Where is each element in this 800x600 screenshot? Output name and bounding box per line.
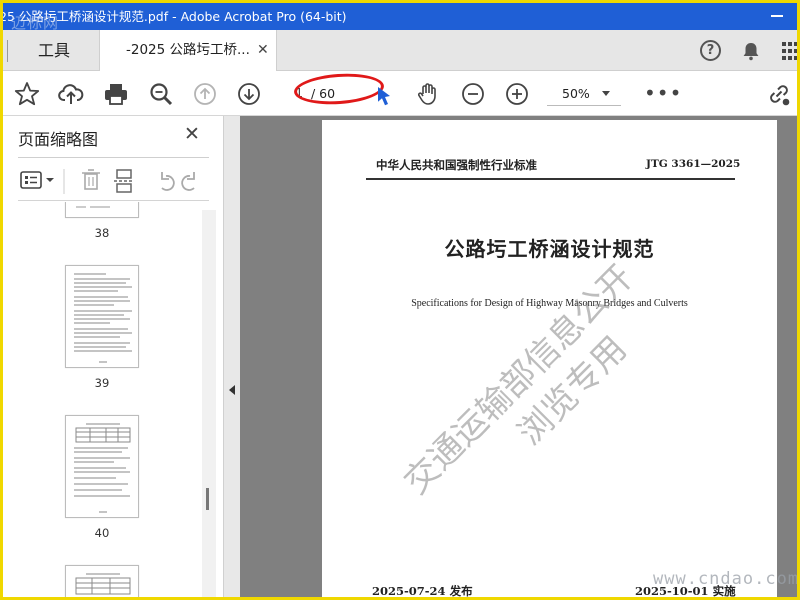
close-panel-icon[interactable]: ✕ <box>184 124 200 144</box>
share-link-icon[interactable] <box>766 81 792 107</box>
select-cursor-icon[interactable] <box>371 83 397 109</box>
panel-splitter[interactable] <box>224 116 240 597</box>
standard-title-chinese: 公路圬工桥涵设计规范 <box>444 237 655 261</box>
thumbnail-scrollbar[interactable] <box>202 210 216 597</box>
thumbnail-label: 40 <box>94 526 110 540</box>
print-icon[interactable] <box>103 81 129 107</box>
hand-tool-icon[interactable] <box>415 81 441 107</box>
zoom-search-icon[interactable] <box>148 81 174 107</box>
close-tab-icon[interactable]: ✕ <box>257 43 269 57</box>
thumbnail-page[interactable] <box>65 202 139 218</box>
tab-home[interactable] <box>3 40 8 62</box>
thumbnail-label: 39 <box>94 376 110 390</box>
standard-organization: 中华人民共和国强制性行业标准 <box>376 158 537 172</box>
title-bar: 25 公路圬工桥涵设计规范.pdf - Adobe Acrobat Pro (6… <box>3 3 797 30</box>
chevron-down-icon[interactable] <box>602 91 610 96</box>
next-page-icon[interactable] <box>236 81 262 107</box>
document-page: 中华人民共和国强制性行业标准 JTG 3361—2025 公路圬工桥涵设计规范 … <box>322 120 777 597</box>
previous-page-icon[interactable] <box>192 81 218 107</box>
site-watermark-topleft: 迈标网 <box>11 14 60 30</box>
header-rule <box>366 178 735 180</box>
undo-icon[interactable] <box>161 172 175 191</box>
panel-title: 页面缩略图 <box>18 130 99 149</box>
zoom-out-icon[interactable] <box>460 81 486 107</box>
help-icon[interactable]: ? <box>700 40 721 61</box>
thumbnail-page[interactable] <box>65 415 139 518</box>
standard-title-english: Specifications for Design of Highway Mas… <box>411 298 688 309</box>
tab-tools[interactable]: 工具 <box>11 30 97 71</box>
redo-icon[interactable] <box>181 172 195 191</box>
bell-icon[interactable] <box>740 40 762 62</box>
thumbnail-page[interactable] <box>65 565 139 597</box>
divider <box>18 157 209 158</box>
minimize-button[interactable] <box>771 15 783 17</box>
zoom-in-icon[interactable] <box>504 81 530 107</box>
cloud-upload-icon[interactable] <box>58 81 84 107</box>
thumbnail-page[interactable] <box>65 265 139 368</box>
collapse-panel-icon[interactable] <box>229 385 235 395</box>
tab-document-label: -2025 公路圬工桥... <box>126 42 250 58</box>
thumbnail-toolbar <box>20 169 195 194</box>
thumbnail-panel: 页面缩略图 ✕ 38 39 40 <box>3 116 224 597</box>
thumbnail-list: 38 39 40 <box>3 202 213 597</box>
site-watermark: www.cndao.com <box>653 569 797 589</box>
thumbnail-options-icon[interactable] <box>20 171 54 189</box>
issue-date: 2025-07-24 发布 <box>372 584 473 597</box>
thumbnail-scrollbar-thumb[interactable] <box>206 488 209 510</box>
document-view[interactable]: 中华人民共和国强制性行业标准 JTG 3361—2025 公路圬工桥涵设计规范 … <box>240 116 797 597</box>
more-tools-icon[interactable]: ••• <box>644 83 682 103</box>
thumbnail-label: 38 <box>94 226 110 240</box>
extract-page-icon[interactable] <box>114 169 134 193</box>
acrobat-window: 25 公路圬工桥涵设计规范.pdf - Adobe Acrobat Pro (6… <box>3 3 797 597</box>
tab-bar: 工具 -2025 公路圬工桥... ✕ ? <box>3 30 797 72</box>
bookmark-star-icon[interactable] <box>14 81 40 107</box>
apps-grid-icon[interactable] <box>782 42 797 60</box>
standard-code: JTG 3361—2025 <box>646 158 741 170</box>
delete-page-icon[interactable] <box>82 169 100 190</box>
tab-document[interactable]: -2025 公路圬工桥... <box>99 30 277 72</box>
main-toolbar: 1 / 60 50% ••• <box>3 70 797 116</box>
divider <box>18 200 209 201</box>
